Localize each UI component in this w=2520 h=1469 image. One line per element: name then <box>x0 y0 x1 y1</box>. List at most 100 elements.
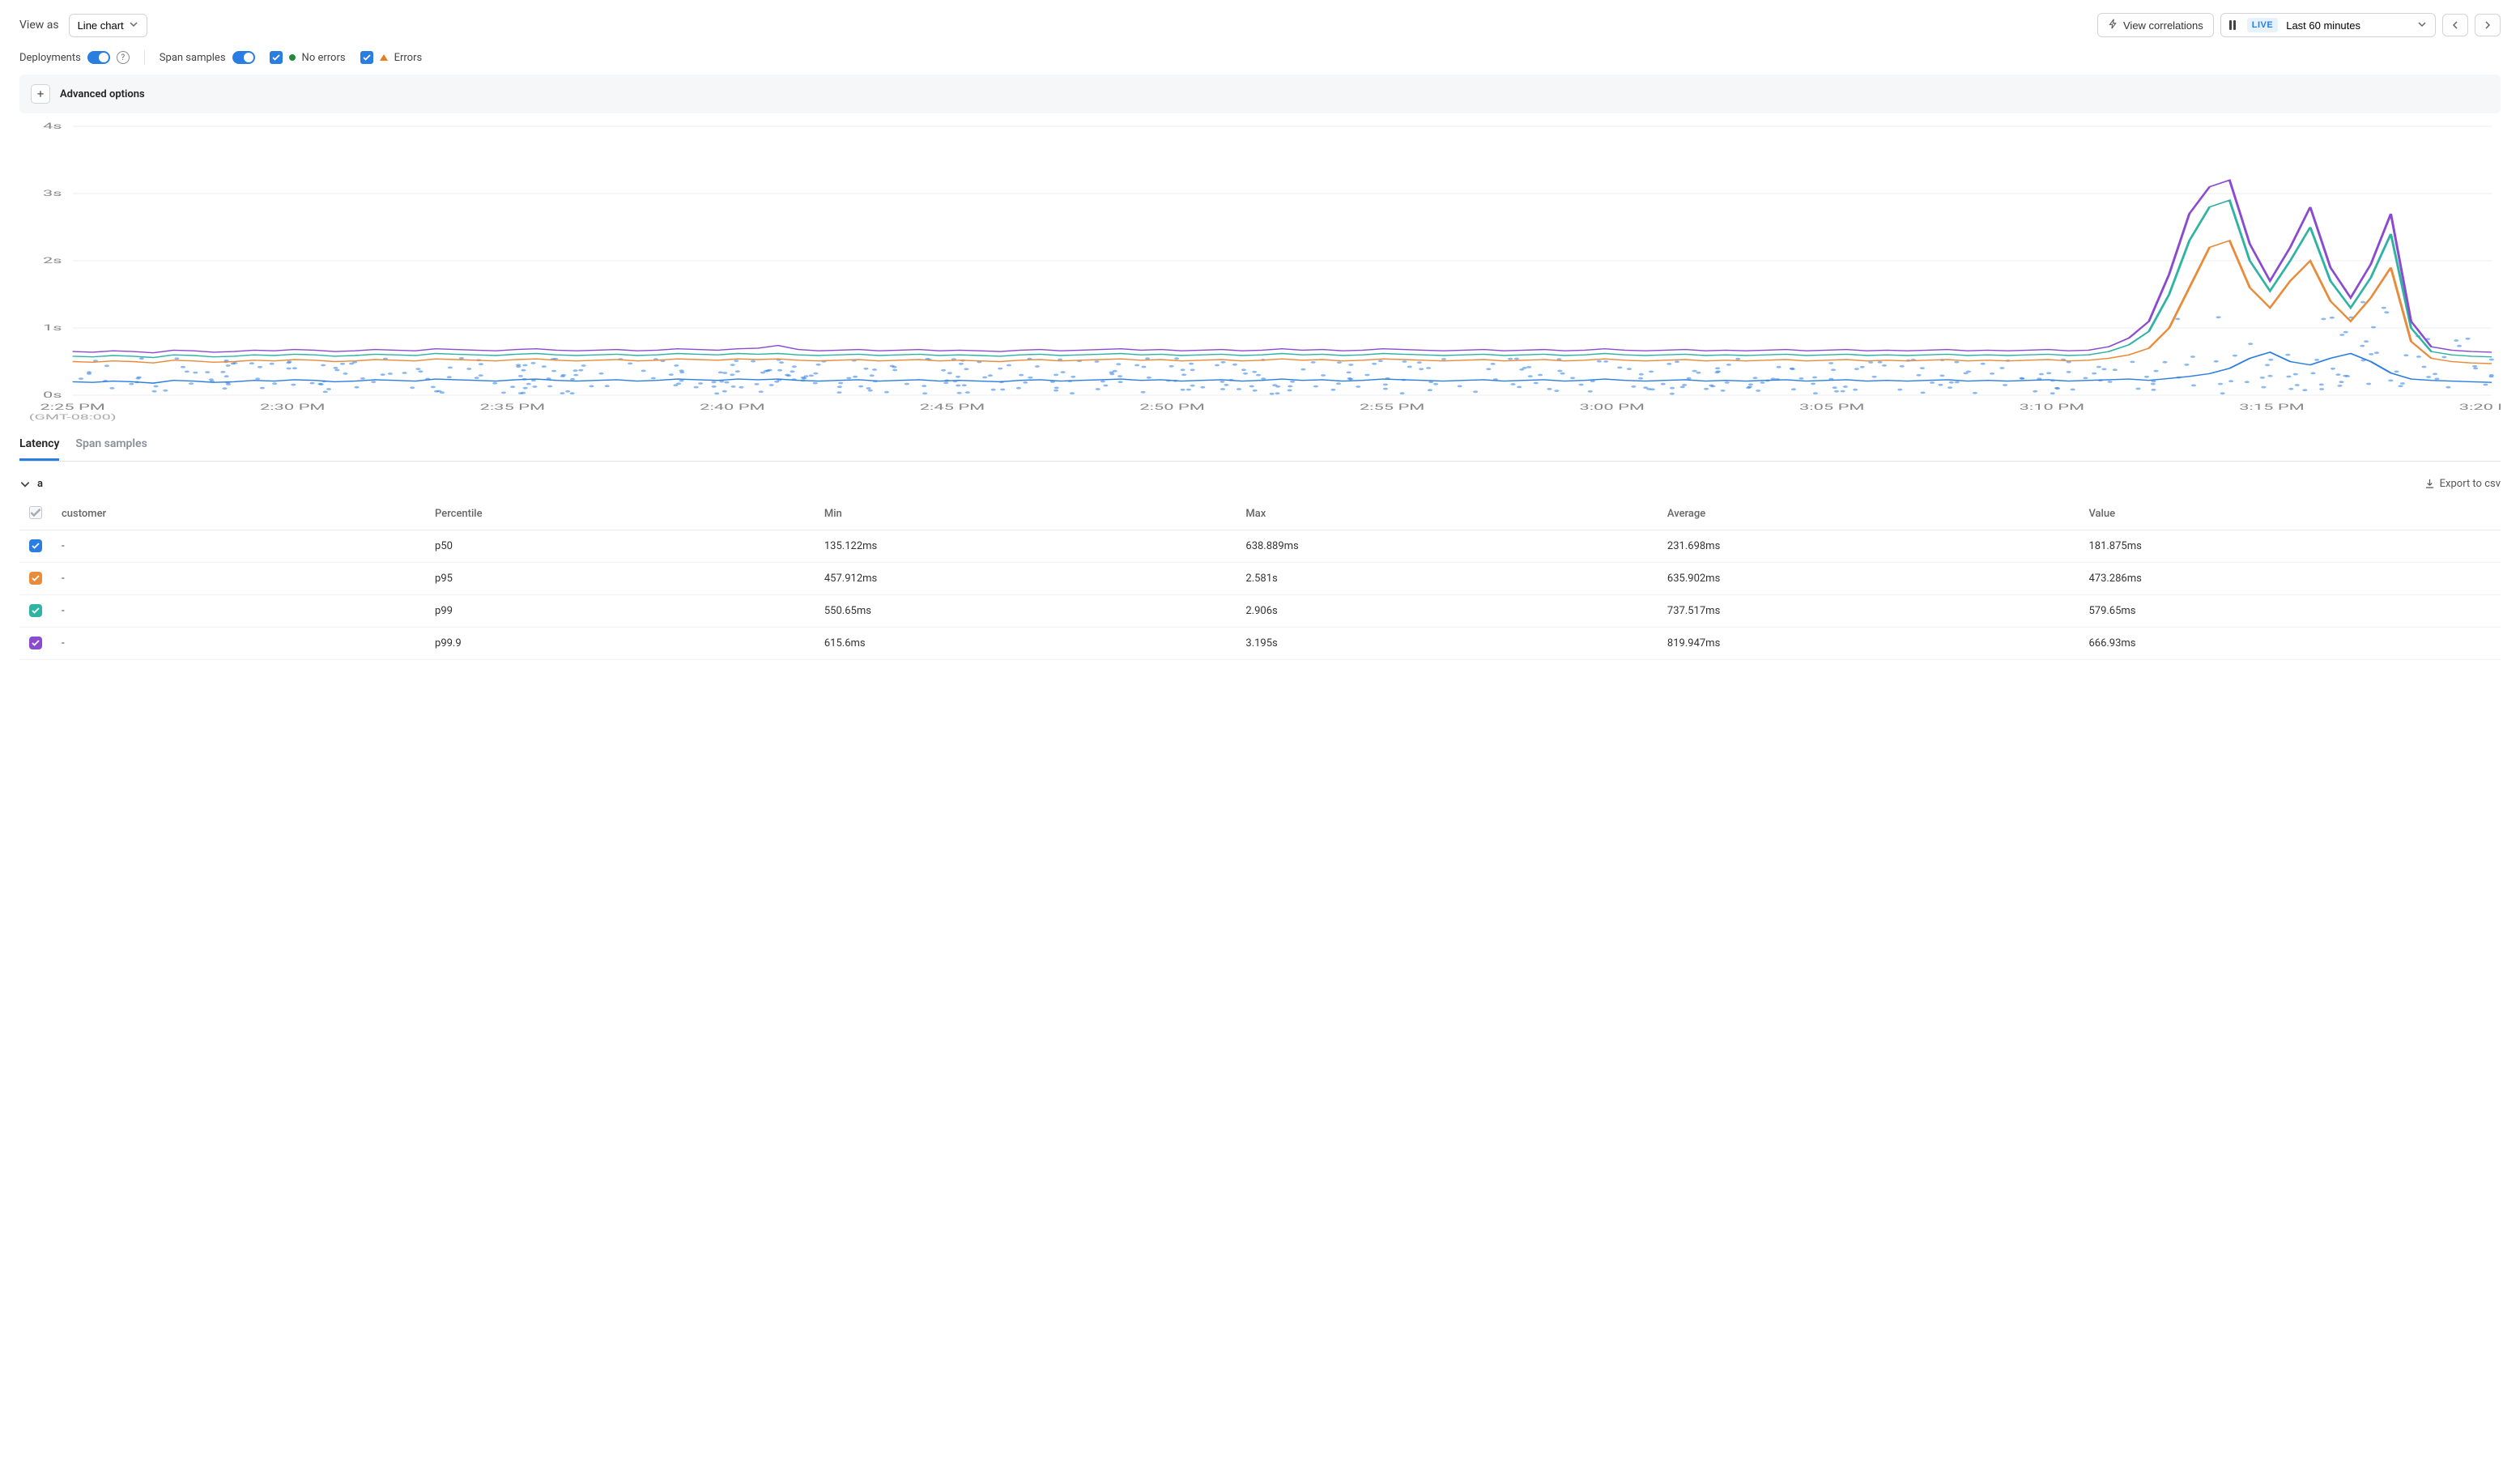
table-row[interactable]: -p99.9615.6ms3.195s819.947ms666.93ms <box>19 628 2501 660</box>
cell-customer: - <box>52 530 425 563</box>
latency-table: customer Percentile Min Max Average Valu… <box>19 498 2501 660</box>
series-p99 <box>73 200 2492 357</box>
live-badge: LIVE <box>2247 18 2278 32</box>
svg-text:3:05 PM: 3:05 PM <box>1799 402 1864 412</box>
select-all-checkbox[interactable] <box>29 506 42 519</box>
svg-text:3s: 3s <box>43 189 62 198</box>
errors-filter: Errors <box>360 51 423 64</box>
no-errors-filter: No errors <box>270 51 346 64</box>
series-checkbox[interactable] <box>29 539 42 552</box>
svg-text:2s: 2s <box>43 256 62 266</box>
cell-average: 819.947ms <box>1658 628 2079 660</box>
svg-text:2:50 PM: 2:50 PM <box>1139 402 1204 412</box>
no-errors-label: No errors <box>302 52 346 64</box>
cell-customer: - <box>52 595 425 628</box>
cell-min: 550.65ms <box>815 595 1237 628</box>
view-correlations-button[interactable]: View correlations <box>2097 13 2214 37</box>
span-samples-toggle[interactable] <box>232 51 255 64</box>
series-p99.9 <box>73 180 2492 352</box>
deployments-toggle[interactable] <box>87 51 110 64</box>
svg-text:0s: 0s <box>43 390 62 400</box>
plus-icon: + <box>31 84 50 104</box>
view-as-label: View as <box>19 19 59 32</box>
cell-percentile: p99.9 <box>425 628 815 660</box>
help-icon[interactable]: ? <box>117 51 130 64</box>
pause-icon <box>2226 20 2239 30</box>
cell-max: 2.906s <box>1236 595 1658 628</box>
errors-triangle-icon <box>380 54 388 61</box>
series-checkbox[interactable] <box>29 572 42 585</box>
cell-min: 135.122ms <box>815 530 1237 563</box>
svg-text:2:45 PM: 2:45 PM <box>920 402 985 412</box>
next-range-button[interactable] <box>2475 14 2501 36</box>
deployments-label: Deployments <box>19 52 81 64</box>
advanced-options-label: Advanced options <box>60 88 145 100</box>
view-correlations-label: View correlations <box>2123 19 2203 32</box>
cell-value: 473.286ms <box>2079 563 2501 595</box>
tab-span-samples[interactable]: Span samples <box>75 431 147 461</box>
svg-text:3:00 PM: 3:00 PM <box>1579 402 1644 412</box>
view-as-value: Line chart <box>78 19 124 32</box>
table-row[interactable]: -p95457.912ms2.581s635.902ms473.286ms <box>19 563 2501 595</box>
cell-max: 2.581s <box>1236 563 1658 595</box>
cell-max: 638.889ms <box>1236 530 1658 563</box>
table-row[interactable]: -p50135.122ms638.889ms231.698ms181.875ms <box>19 530 2501 563</box>
col-customer[interactable]: customer <box>52 498 425 530</box>
col-value[interactable]: Value <box>2079 498 2501 530</box>
svg-text:1s: 1s <box>43 323 62 333</box>
svg-text:2:35 PM: 2:35 PM <box>480 402 545 412</box>
deployments-filter: Deployments ? <box>19 51 130 64</box>
export-csv-label: Export to csv <box>2440 478 2501 490</box>
col-min[interactable]: Min <box>815 498 1237 530</box>
span-samples-label: Span samples <box>160 52 226 64</box>
download-icon <box>2424 479 2435 489</box>
svg-text:3:15 PM: 3:15 PM <box>2239 402 2304 412</box>
chevron-down-icon <box>2417 19 2427 32</box>
cell-customer: - <box>52 628 425 660</box>
col-max[interactable]: Max <box>1236 498 1658 530</box>
cell-customer: - <box>52 563 425 595</box>
cell-percentile: p95 <box>425 563 815 595</box>
cell-percentile: p99 <box>425 595 815 628</box>
svg-text:3:10 PM: 3:10 PM <box>2020 402 2084 412</box>
col-percentile[interactable]: Percentile <box>425 498 815 530</box>
svg-text:2:55 PM: 2:55 PM <box>1360 402 1424 412</box>
series-checkbox[interactable] <box>29 604 42 617</box>
col-average[interactable]: Average <box>1658 498 2079 530</box>
errors-label: Errors <box>394 52 423 64</box>
svg-text:4s: 4s <box>43 121 62 131</box>
series-checkbox[interactable] <box>29 637 42 649</box>
errors-checkbox[interactable] <box>360 51 373 64</box>
no-errors-checkbox[interactable] <box>270 51 283 64</box>
cell-value: 579.65ms <box>2079 595 2501 628</box>
svg-text:2:40 PM: 2:40 PM <box>700 402 764 412</box>
svg-text:2:30 PM: 2:30 PM <box>260 402 325 412</box>
view-as-select[interactable]: Line chart <box>69 14 147 37</box>
group-label: a <box>37 478 43 490</box>
span-samples-filter: Span samples <box>160 51 255 64</box>
cell-max: 3.195s <box>1236 628 1658 660</box>
latency-chart[interactable]: 0s1s2s3s4s2:25 PM(GMT-08:00)2:30 PM2:35 … <box>19 120 2501 428</box>
result-tabs: Latency Span samples <box>19 431 2501 462</box>
no-errors-dot-icon <box>289 54 296 61</box>
svg-text:(GMT-08:00): (GMT-08:00) <box>29 413 117 422</box>
cell-average: 635.902ms <box>1658 563 2079 595</box>
cell-min: 615.6ms <box>815 628 1237 660</box>
timerange-select[interactable]: LIVE Last 60 minutes <box>2220 13 2436 37</box>
group-toggle[interactable]: a <box>19 478 43 490</box>
prev-range-button[interactable] <box>2442 14 2468 36</box>
cell-average: 737.517ms <box>1658 595 2079 628</box>
bolt-icon <box>2108 19 2118 32</box>
chevron-down-icon <box>19 479 31 490</box>
chevron-down-icon <box>129 19 138 32</box>
divider <box>144 50 145 65</box>
svg-text:3:20 PM: 3:20 PM <box>2459 402 2501 412</box>
scatter-points <box>79 301 2494 395</box>
cell-average: 231.698ms <box>1658 530 2079 563</box>
export-csv-button[interactable]: Export to csv <box>2424 478 2501 490</box>
table-row[interactable]: -p99550.65ms2.906s737.517ms579.65ms <box>19 595 2501 628</box>
advanced-options-bar[interactable]: + Advanced options <box>19 75 2501 113</box>
series-p50 <box>73 352 2492 383</box>
cell-percentile: p50 <box>425 530 815 563</box>
tab-latency[interactable]: Latency <box>19 431 59 461</box>
